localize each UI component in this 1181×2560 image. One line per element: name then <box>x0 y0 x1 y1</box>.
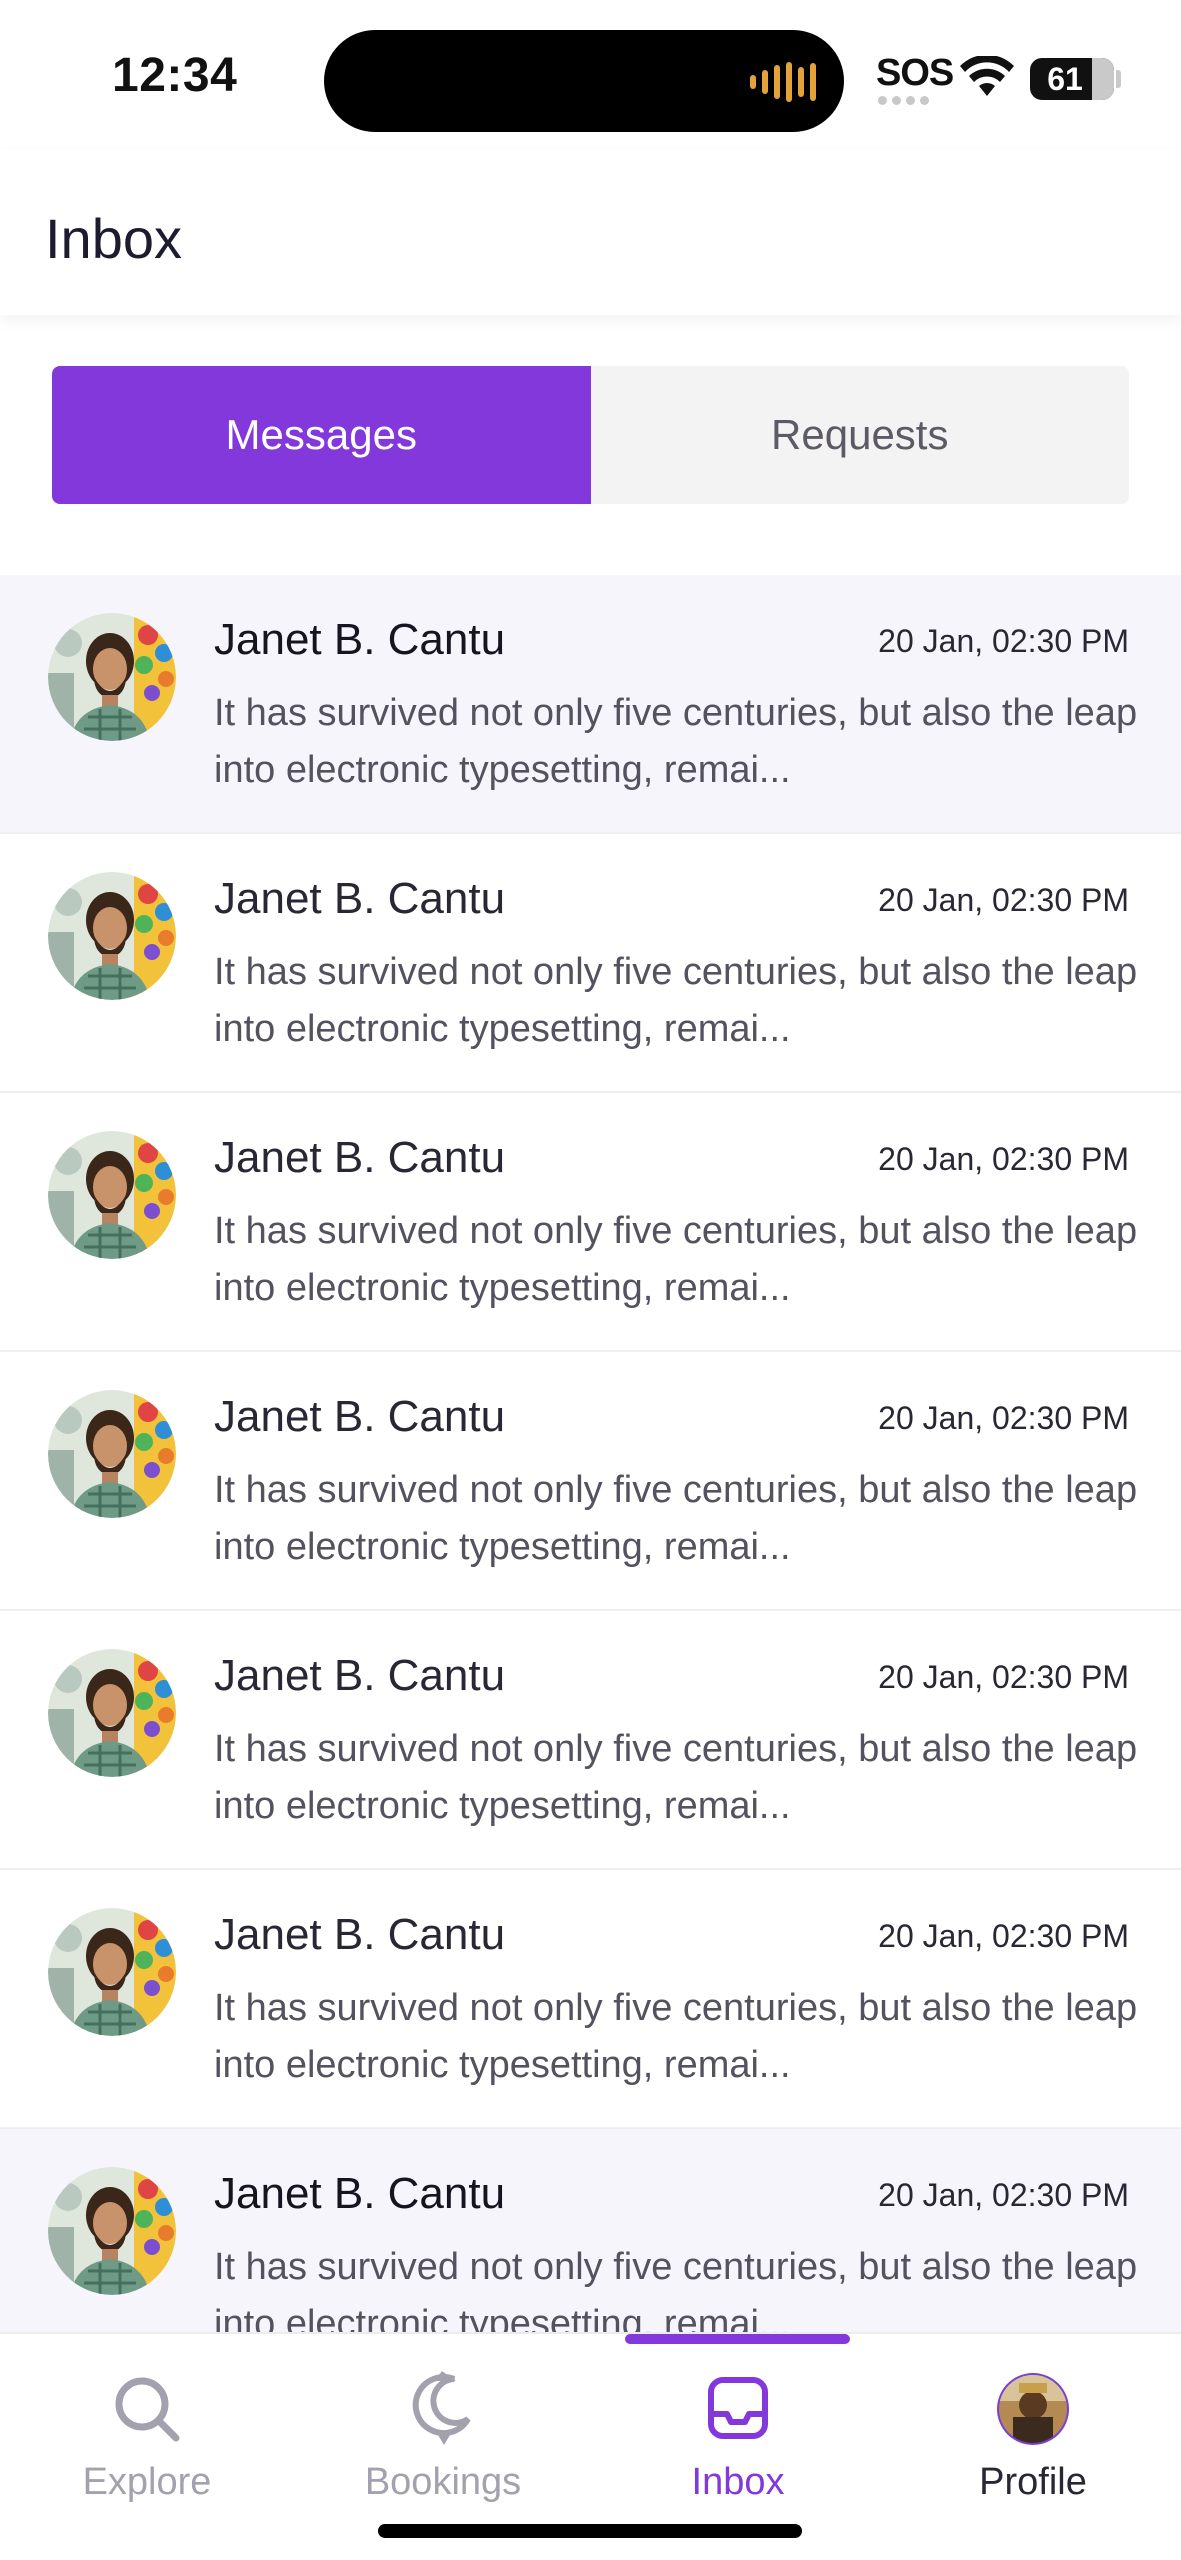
message-preview: It has survived not only five centuries,… <box>214 951 1138 1050</box>
sender-name: Janet B. Cantu <box>214 1651 506 1700</box>
sender-name: Janet B. Cantu <box>214 2169 506 2218</box>
segmented-tabs: Messages Requests <box>52 366 1129 504</box>
message-time: 20 Jan, 02:30 PM <box>878 2177 1129 2213</box>
message-row[interactable]: Janet B. Cantu 20 Jan, 02:30 PM It has s… <box>0 1093 1181 1352</box>
nav-label: Profile <box>979 2461 1087 2503</box>
sender-name: Janet B. Cantu <box>214 615 506 664</box>
message-preview: It has survived not only five centuries,… <box>214 1728 1138 1827</box>
bookings-icon <box>403 2369 483 2449</box>
avatar-portrait <box>48 613 176 741</box>
avatar-portrait <box>48 1390 176 1518</box>
message-time: 20 Jan, 02:30 PM <box>878 882 1129 918</box>
message-row[interactable]: Janet B. Cantu 20 Jan, 02:30 PM It has s… <box>0 2129 1181 2332</box>
tab-requests[interactable]: Requests <box>590 366 1129 504</box>
message-time: 20 Jan, 02:30 PM <box>878 1918 1129 1954</box>
status-time: 12:34 <box>112 49 238 102</box>
message-row[interactable]: Janet B. Cantu 20 Jan, 02:30 PM It has s… <box>0 1870 1181 2129</box>
message-list: Janet B. Cantu 20 Jan, 02:30 PM It has s… <box>0 575 1181 2332</box>
sender-name: Janet B. Cantu <box>214 1910 506 1959</box>
nav-label: Inbox <box>691 2461 785 2503</box>
avatar <box>48 1390 176 1518</box>
active-tab-indicator <box>625 2334 850 2344</box>
message-row[interactable]: Janet B. Cantu 20 Jan, 02:30 PM It has s… <box>0 1352 1181 1611</box>
message-preview: It has survived not only five centuries,… <box>214 1469 1138 1568</box>
header: Inbox <box>0 150 1181 315</box>
avatar <box>48 872 176 1000</box>
avatar-portrait <box>48 1908 176 2036</box>
avatar-portrait <box>48 1131 176 1259</box>
message-preview: It has survived not only five centuries,… <box>214 692 1138 791</box>
profile-avatar <box>993 2369 1073 2449</box>
search-icon <box>107 2369 187 2449</box>
nav-bookings[interactable]: Bookings <box>343 2369 543 2504</box>
inbox-icon <box>698 2369 778 2449</box>
avatar <box>48 613 176 741</box>
message-time: 20 Jan, 02:30 PM <box>878 623 1129 659</box>
nav-explore[interactable]: Explore <box>47 2369 247 2504</box>
sender-name: Janet B. Cantu <box>214 1133 506 1182</box>
nav-label: Explore <box>82 2461 212 2503</box>
audio-bars-icon <box>750 62 816 102</box>
avatar <box>48 1131 176 1259</box>
wifi-icon <box>960 56 1014 96</box>
sender-name: Janet B. Cantu <box>214 1392 506 1441</box>
avatar <box>48 1908 176 2036</box>
message-preview: It has survived not only five centuries,… <box>214 1210 1138 1309</box>
message-time: 20 Jan, 02:30 PM <box>878 1141 1129 1177</box>
tab-messages[interactable]: Messages <box>52 366 591 504</box>
battery-cap <box>1116 70 1121 88</box>
dynamic-island <box>324 30 844 132</box>
avatar-portrait <box>48 1649 176 1777</box>
avatar-portrait <box>48 872 176 1000</box>
message-time: 20 Jan, 02:30 PM <box>878 1400 1129 1436</box>
message-row[interactable]: Janet B. Cantu 20 Jan, 02:30 PM It has s… <box>0 834 1181 1093</box>
page-title: Inbox <box>45 207 182 270</box>
sender-name: Janet B. Cantu <box>214 874 506 923</box>
message-preview: It has survived not only five centuries,… <box>214 2246 1138 2332</box>
message-preview: It has survived not only five centuries,… <box>214 1987 1138 2086</box>
message-row[interactable]: Janet B. Cantu 20 Jan, 02:30 PM It has s… <box>0 1611 1181 1870</box>
status-bar: 12:34 SOS 61 <box>0 0 1181 150</box>
nav-label: Bookings <box>364 2461 522 2503</box>
battery-icon: 61 <box>1030 58 1114 100</box>
avatar <box>48 2167 176 2295</box>
battery-level: 61 <box>1047 61 1083 97</box>
message-time: 20 Jan, 02:30 PM <box>878 1659 1129 1695</box>
nav-inbox[interactable]: Inbox <box>638 2369 838 2504</box>
carrier-label: SOS <box>876 52 954 94</box>
avatar <box>48 1649 176 1777</box>
message-row[interactable]: Janet B. Cantu 20 Jan, 02:30 PM It has s… <box>0 575 1181 834</box>
nav-profile[interactable]: Profile <box>933 2369 1133 2504</box>
home-indicator <box>378 2524 802 2538</box>
avatar-portrait <box>48 2167 176 2295</box>
signal-dots-icon <box>878 96 929 105</box>
